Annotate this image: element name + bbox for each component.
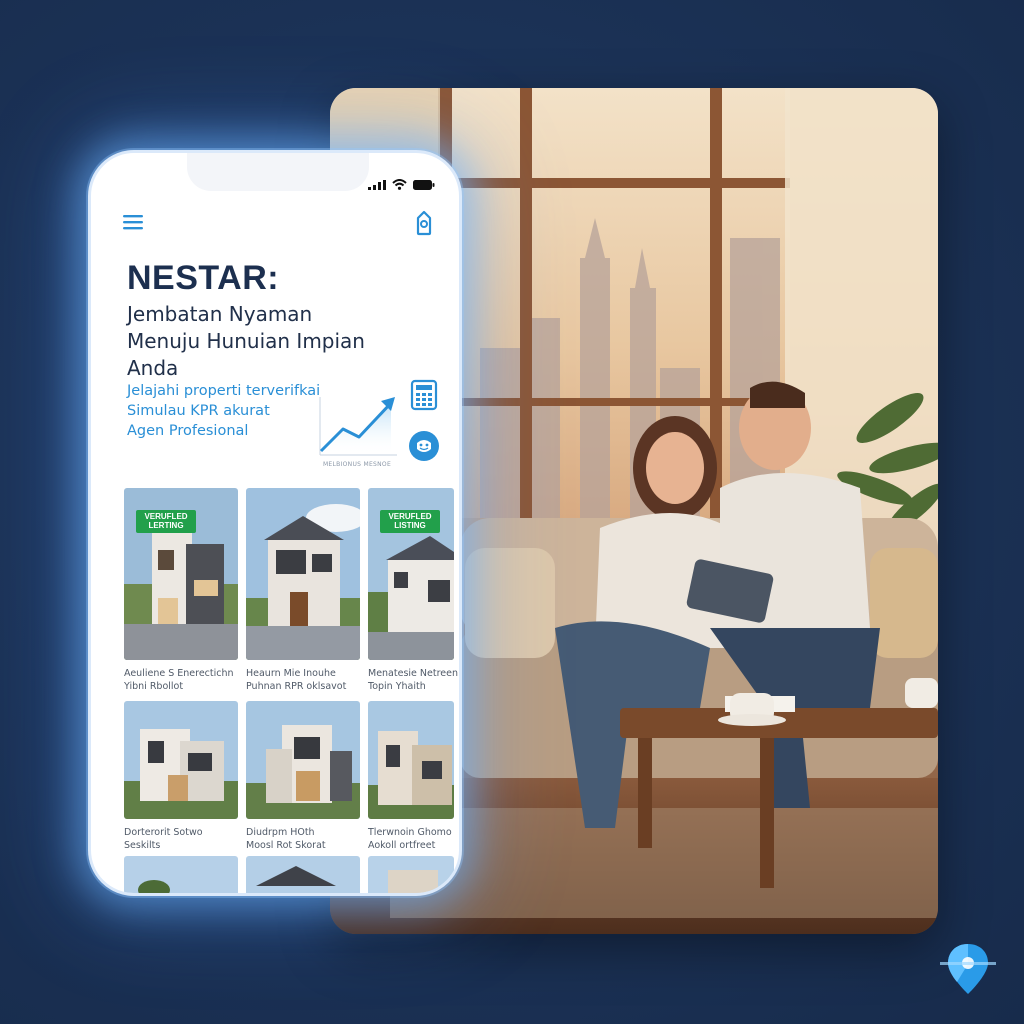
listing-card[interactable] [368, 856, 454, 893]
listing-title: Menatesie Netreen [368, 668, 458, 679]
listing-photo [368, 701, 454, 819]
listing-subtitle: Yibni Rbollot [124, 681, 184, 692]
listing-title: Aeuliene S Enerectichn [124, 668, 234, 679]
listing-photo [368, 856, 454, 893]
listing-card[interactable]: Tlerwnoin Ghomo Aokoll ortfreet [368, 701, 454, 852]
battery-icon [413, 179, 435, 190]
listing-title: Dorterorit Sotwo [124, 827, 203, 838]
cellular-signal-icon [368, 179, 386, 190]
verified-listing-badge: VERUFLED LISTING [380, 510, 440, 533]
phone-notch [187, 153, 369, 191]
listing-photo: VERUFLED LERTING [124, 488, 238, 660]
tagline: Jembatan Nyaman Menuju Hunuian Impian An… [127, 302, 365, 380]
chart-caption: MELBIONUS MESNOE [322, 461, 392, 468]
listing-title: Tlerwnoin Ghomo [368, 827, 452, 838]
listing-card[interactable]: VERUFLED LERTING Aeuliene S Enerectichn … [124, 488, 238, 693]
hamburger-menu-icon[interactable] [121, 211, 147, 233]
listing-photo: VERUFLED LISTING [368, 488, 454, 660]
listing-title: Heaurn Mie Inouhe [246, 668, 336, 679]
listing-subtitle: Puhnan RPR oklsavot [246, 681, 347, 692]
listing-subtitle: Moosl Rot Skorat [246, 840, 326, 851]
listing-subtitle: Seskilts [124, 840, 161, 851]
chat-assistant-icon[interactable] [407, 429, 441, 463]
listing-card[interactable]: Diudrpm HOth Moosl Rot Skorat [246, 701, 360, 852]
status-bar [368, 179, 435, 190]
calculator-icon[interactable] [409, 379, 439, 411]
listing-card[interactable]: Heaurn Mie Inouhe Puhnan RPR oklsavot [246, 488, 360, 693]
listing-card[interactable]: Dorterorit Sotwo Seskilts [124, 701, 238, 852]
listing-photo [124, 856, 238, 893]
listing-photo [246, 488, 360, 660]
listing-card[interactable]: VERUFLED LISTING Menatesie Netreen Topin… [368, 488, 458, 693]
verified-listing-badge: VERUFLED LERTING [136, 510, 196, 533]
wifi-icon [392, 179, 407, 190]
brand-name: NESTAR: [127, 259, 280, 297]
listing-title: Diudrpm HOth [246, 827, 315, 838]
map-pin-logo-icon [940, 944, 996, 994]
listing-card[interactable] [124, 856, 238, 893]
listing-subtitle: Topin Yhaith [368, 681, 426, 692]
phone-mockup: NESTAR: Jembatan Nyaman Menuju Hunuian I… [88, 150, 462, 896]
hero-heading: NESTAR: Jembatan Nyaman Menuju Hunuian I… [127, 259, 427, 382]
listing-card[interactable] [246, 856, 360, 893]
listing-photo [246, 856, 360, 893]
listing-subtitle: Aokoll ortfreet [368, 840, 436, 851]
price-tag-icon[interactable] [411, 209, 437, 237]
trend-up-icon [319, 397, 397, 456]
listing-photo [246, 701, 360, 819]
listing-photo [124, 701, 238, 819]
